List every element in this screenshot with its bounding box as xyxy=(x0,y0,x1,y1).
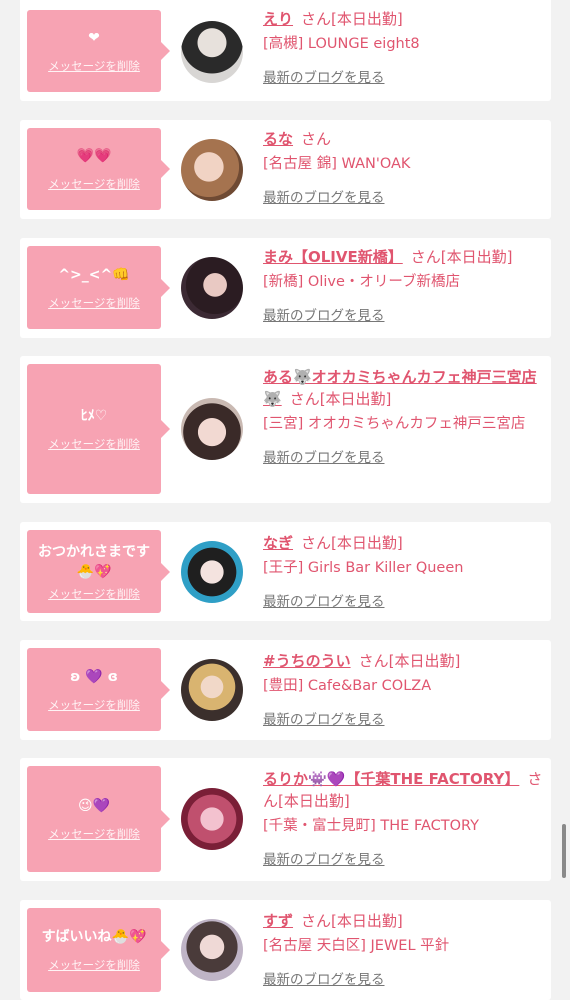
honorific: さん xyxy=(301,10,332,28)
status-badge: [本日出勤] xyxy=(278,792,350,810)
delete-message-link[interactable]: メッセージを削除 xyxy=(48,697,140,713)
message-text: ^>_<^👊 xyxy=(58,266,130,283)
list-item: ❤ メッセージを削除 えり さん[本日出勤] [高槻] LOUNGE eight8… xyxy=(20,0,551,101)
list-item: ﾋﾒ♡ メッセージを削除 ある🐺オオカミちゃんカフェ神戸三宮店🐺 さん[本日出勤]… xyxy=(20,356,551,503)
honorific: さん xyxy=(289,390,320,408)
scrollbar[interactable] xyxy=(562,824,566,878)
message-text: 😉💜 xyxy=(77,798,111,814)
latest-blog-link[interactable]: 最新のブログを見る xyxy=(263,850,548,870)
status-badge: [本日出勤] xyxy=(440,248,513,266)
list-item: 😉💜 メッセージを削除 るりか👾💜【千葉THE FACTORY】 さん[本日出勤]… xyxy=(20,758,551,881)
list-item: すばいいね🐣💖 メッセージを削除 すず さん[本日出勤] [名古屋 天白区] JE… xyxy=(20,900,551,1000)
message-bubble: おつかれさまです🐣💖 メッセージを削除 xyxy=(27,530,170,613)
shop-name: [名古屋 天白区] JEWEL 平針 xyxy=(263,938,450,954)
message-bubble: 💗💗 メッセージを削除 xyxy=(27,128,170,210)
delete-message-link[interactable]: メッセージを削除 xyxy=(48,58,140,74)
latest-blog-link[interactable]: 最新のブログを見る xyxy=(263,306,548,326)
delete-message-link[interactable]: メッセージを削除 xyxy=(48,176,140,192)
status-badge: [本日出勤] xyxy=(319,390,392,408)
honorific: さん xyxy=(410,248,441,266)
delete-message-link[interactable]: メッセージを削除 xyxy=(48,826,140,842)
message-bubble: ^>_<^👊 メッセージを削除 xyxy=(27,246,170,329)
latest-blog-link[interactable]: 最新のブログを見る xyxy=(263,710,548,730)
shop-name: [高槻] LOUNGE eight8 xyxy=(263,36,420,52)
avatar[interactable] xyxy=(181,919,243,981)
message-text: ﾋﾒ♡ xyxy=(80,408,108,424)
avatar[interactable] xyxy=(181,541,243,603)
message-text: おつかれさまです🐣💖 xyxy=(38,543,150,580)
girl-name-link[interactable]: まみ【OLIVE新橋】 xyxy=(263,248,403,266)
delete-message-link[interactable]: メッセージを削除 xyxy=(48,295,140,311)
shop-name: [千葉・富士見町] THE FACTORY xyxy=(263,818,480,834)
message-bubble: ❤ メッセージを削除 xyxy=(27,10,170,92)
list-item: ʚ 💜 ɞ メッセージを削除 #うちのうい さん[本日出勤] [豊田] Cafe&… xyxy=(20,640,551,740)
message-text: すばいいね🐣💖 xyxy=(41,929,147,945)
message-bubble: ʚ 💜 ɞ メッセージを削除 xyxy=(27,648,170,731)
shop-name: [三宮] オオカミちゃんカフェ神戸三宮店 xyxy=(263,416,526,432)
shop-name: [王子] Girls Bar Killer Queen xyxy=(263,560,464,576)
message-text: ❤ xyxy=(88,30,100,46)
avatar[interactable] xyxy=(181,398,243,460)
shop-name: [豊田] Cafe&Bar COLZA xyxy=(263,678,432,694)
message-text: 💗💗 xyxy=(76,148,112,164)
honorific: さん xyxy=(301,912,332,930)
girl-name-link[interactable]: えり xyxy=(263,10,293,28)
latest-blog-link[interactable]: 最新のブログを見る xyxy=(263,448,548,468)
delete-message-link[interactable]: メッセージを削除 xyxy=(48,957,140,973)
status-badge: [本日出勤] xyxy=(388,652,461,670)
girl-name-link[interactable]: すず xyxy=(263,912,293,930)
latest-blog-link[interactable]: 最新のブログを見る xyxy=(263,970,548,990)
message-bubble: ﾋﾒ♡ メッセージを削除 xyxy=(27,364,170,494)
delete-message-link[interactable]: メッセージを削除 xyxy=(48,586,140,602)
status-badge: [本日出勤] xyxy=(331,10,403,28)
honorific: さん xyxy=(301,534,332,552)
message-text: ʚ 💜 ɞ xyxy=(70,668,118,685)
latest-blog-link[interactable]: 最新のブログを見る xyxy=(263,592,548,612)
shop-name: [新橋] Olive・オリーブ新橋店 xyxy=(263,274,461,290)
girl-name-link[interactable]: るりか👾💜【千葉THE FACTORY】 xyxy=(263,770,519,788)
list-item: おつかれさまです🐣💖 メッセージを削除 なぎ さん[本日出勤] [王子] Girl… xyxy=(20,522,551,621)
message-bubble: すばいいね🐣💖 メッセージを削除 xyxy=(27,908,170,992)
latest-blog-link[interactable]: 最新のブログを見る xyxy=(263,188,548,208)
status-badge: [本日出勤] xyxy=(331,912,403,930)
avatar[interactable] xyxy=(181,21,243,83)
delete-message-link[interactable]: メッセージを削除 xyxy=(48,436,140,452)
message-bubble: 😉💜 メッセージを削除 xyxy=(27,766,170,872)
honorific: さん xyxy=(358,652,389,670)
avatar[interactable] xyxy=(181,139,243,201)
list-item: 💗💗 メッセージを削除 るな さん [名古屋 錦] WAN'OAK 最新のブログを… xyxy=(20,120,551,219)
honorific: さん xyxy=(301,130,332,148)
status-badge: [本日出勤] xyxy=(331,534,403,552)
avatar[interactable] xyxy=(181,659,243,721)
message-list: ❤ メッセージを削除 えり さん[本日出勤] [高槻] LOUNGE eight8… xyxy=(0,0,570,1000)
girl-name-link[interactable]: なぎ xyxy=(263,534,293,552)
girl-name-link[interactable]: #うちのうい xyxy=(263,652,351,670)
list-item: ^>_<^👊 メッセージを削除 まみ【OLIVE新橋】 さん[本日出勤] [新橋]… xyxy=(20,238,551,338)
avatar[interactable] xyxy=(181,788,243,850)
avatar[interactable] xyxy=(181,257,243,319)
latest-blog-link[interactable]: 最新のブログを見る xyxy=(263,68,548,88)
shop-name: [名古屋 錦] WAN'OAK xyxy=(263,156,411,172)
girl-name-link[interactable]: るな xyxy=(263,130,293,148)
